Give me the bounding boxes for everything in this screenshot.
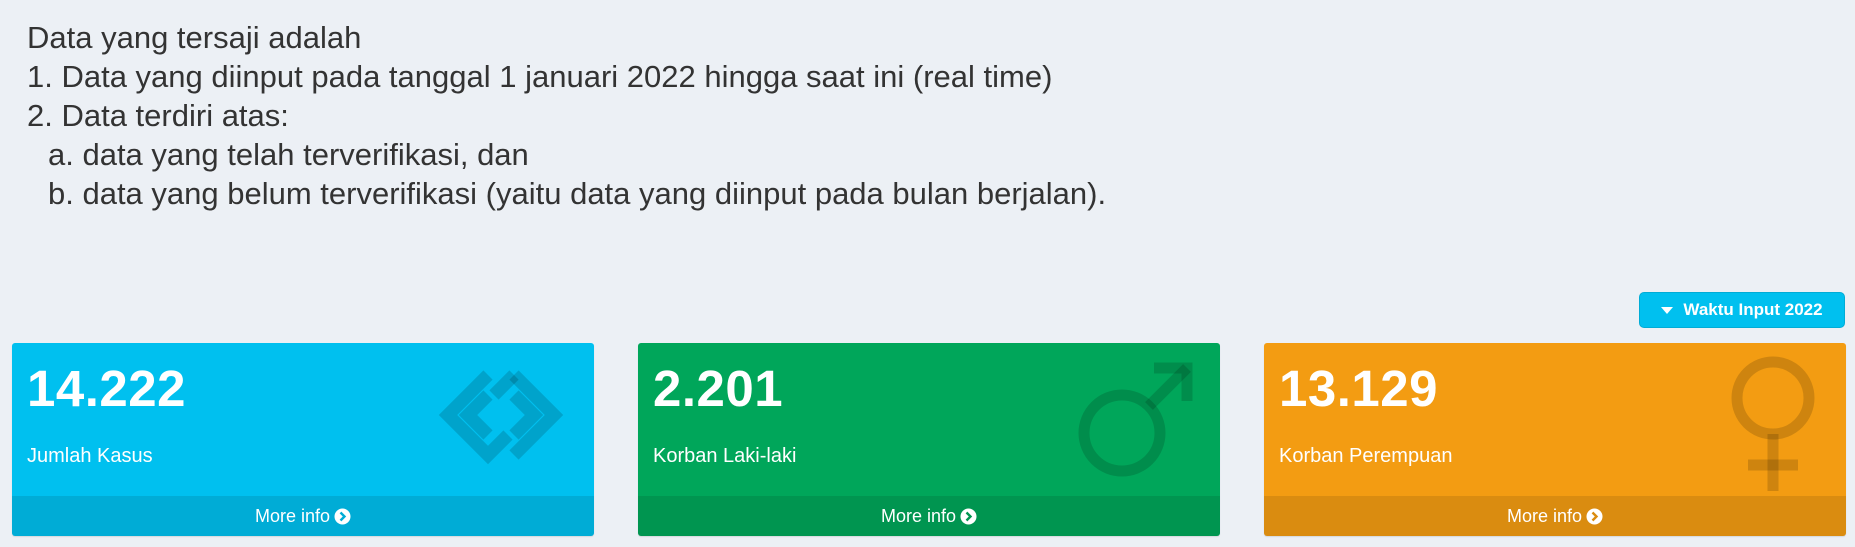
male-victims-label: Korban Laki-laki — [653, 445, 797, 467]
arrow-circle-right-icon — [334, 508, 351, 525]
more-info-label: More info — [1506, 505, 1583, 526]
info-item-1: 1. Data yang diinput pada tanggal 1 janu… — [27, 59, 1053, 94]
female-icon — [1718, 353, 1828, 498]
chain-link-icon — [426, 353, 576, 488]
female-victims-value: 13.129 — [1279, 360, 1438, 417]
info-heading: Data yang tersaji adalah — [27, 20, 362, 55]
total-cases-label: Jumlah Kasus — [27, 445, 153, 467]
input-time-dropdown-button[interactable]: Waktu Input 2022 — [1639, 292, 1845, 328]
male-victims-value: 2.201 — [653, 360, 784, 417]
male-icon — [1072, 353, 1202, 488]
stat-box-female-victims: 13.129 Korban Perempuan More info — [1264, 343, 1846, 536]
arrow-circle-right-icon — [960, 508, 977, 525]
info-subitem-b: b. data yang belum terverifikasi (yaitu … — [48, 176, 1107, 211]
caret-down-icon — [1661, 306, 1674, 314]
more-info-label: More info — [254, 505, 331, 526]
input-time-dropdown-label: Waktu Input 2022 — [1683, 300, 1823, 319]
more-info-label: More info — [880, 505, 957, 526]
stat-box-male-victims: 2.201 Korban Laki-laki More info — [638, 343, 1220, 536]
stat-box-total-cases: 14.222 Jumlah Kasus More info — [12, 343, 594, 536]
info-subitem-a: a. data yang telah terverifikasi, dan — [48, 137, 529, 172]
total-cases-value: 14.222 — [27, 360, 186, 417]
total-cases-more-info-link[interactable]: More info — [12, 496, 594, 536]
info-text: Data yang tersaji adalah 1. Data yang di… — [27, 18, 1106, 213]
info-item-2: 2. Data terdiri atas: — [27, 98, 289, 133]
arrow-circle-right-icon — [1586, 508, 1603, 525]
male-victims-more-info-link[interactable]: More info — [638, 496, 1220, 536]
female-victims-more-info-link[interactable]: More info — [1264, 496, 1846, 536]
female-victims-label: Korban Perempuan — [1279, 445, 1453, 467]
